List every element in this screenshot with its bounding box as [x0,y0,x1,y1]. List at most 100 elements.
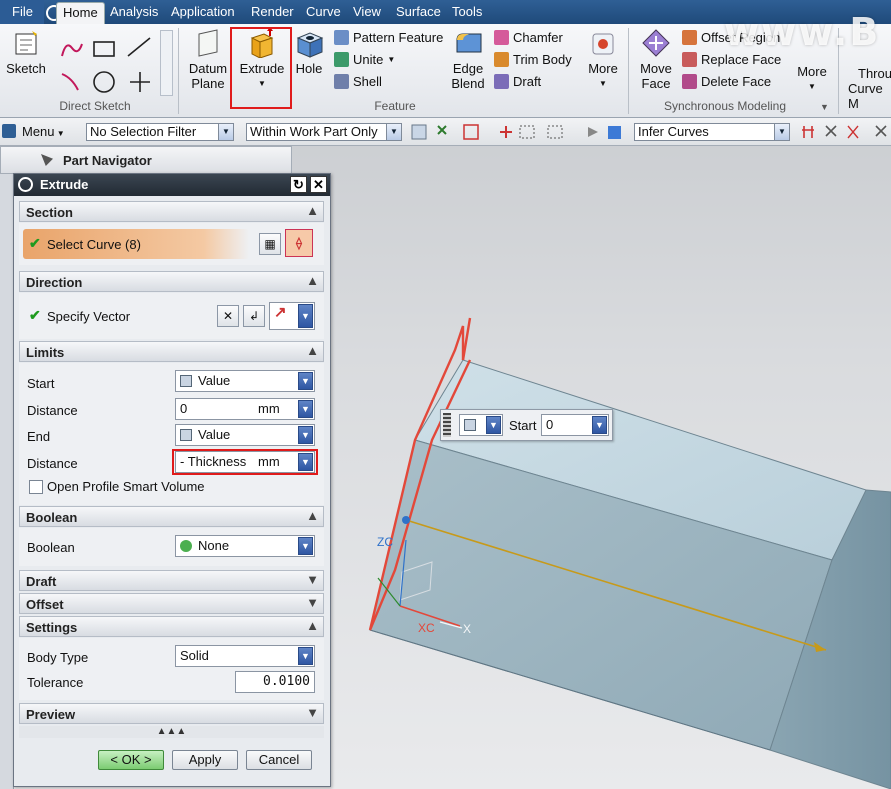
reverse-direction-icon[interactable]: ✕ [217,305,239,327]
selection-filter-select[interactable]: No Selection Filter ▼ [86,123,234,141]
scope-select[interactable]: Within Work Part Only ▼ [246,123,402,141]
datum-plane-button[interactable]: Datum Plane [186,28,230,91]
unite-icon [334,52,349,67]
sync-group-label: Synchronous Modeling [663,99,787,113]
vector-type-select[interactable]: ↗ ▼ [269,302,315,330]
offset-title: Offset [26,597,64,612]
tab-view[interactable]: View [353,4,381,19]
sketch-button[interactable]: Sketch [4,28,48,76]
chamfer-button[interactable]: Chamfer [494,30,563,45]
direction-title: Direction [26,275,83,290]
draft-header[interactable]: Draft ▼ [19,570,324,591]
chevron-down-icon: ▼ [486,416,501,434]
unite-button[interactable]: Unite ▼ [334,52,395,67]
boolean-header[interactable]: Boolean ▲ [19,506,324,527]
tab-render[interactable]: Render [251,4,294,19]
drag-grip-icon[interactable] [443,413,451,437]
reset-icon[interactable]: ↻ [290,176,307,193]
tab-surface[interactable]: Surface [396,4,441,19]
settings-header[interactable]: Settings ▲ [19,616,324,637]
chevron-down-icon: ▼ [298,400,313,418]
direction-header[interactable]: Direction ▲ [19,271,324,292]
pattern-feature-icon [334,30,349,45]
edge-blend-label-2: Blend [451,76,485,91]
edge-blend-button[interactable]: Edge Blend [448,28,488,91]
selection-filter-value: No Selection Filter [90,124,197,139]
feature-group-label: Feature [374,99,416,113]
ok-button[interactable]: < OK > [98,750,164,770]
xc-axis-label: XC [418,621,435,635]
start-distance-input[interactable]: 0 mm ▼ [175,398,315,420]
menu-button[interactable]: Menu ▼ [22,124,65,139]
trim-body-icon [494,52,509,67]
datum-plane-label-1: Datum [188,61,228,76]
body-type-select[interactable]: Solid ▼ [175,645,315,667]
start-select-value: Value [198,373,231,388]
curve-rule-icon[interactable]: ▦ [259,233,281,255]
chevron-down-icon: ▼ [298,304,313,328]
menu-file[interactable]: File [0,0,44,24]
start-select[interactable]: Value ▼ [175,370,315,392]
edge-blend-icon [456,33,482,53]
part-navigator-title: Part Navigator [63,153,152,168]
shell-icon [334,74,349,89]
snap-tools-icon[interactable] [408,122,630,142]
boolean-title: Boolean [26,510,78,525]
replace-face-button[interactable]: Replace Face [682,52,781,67]
sketch-section-icon[interactable]: ⟠ [285,229,313,257]
x-axis-label: X [463,622,471,636]
tab-curve[interactable]: Curve [306,4,341,19]
start-handle-input[interactable]: 0 ▼ [541,414,609,436]
hole-button[interactable]: Hole [293,28,325,76]
replace-face-icon [682,52,697,67]
cancel-button[interactable]: Cancel [246,750,312,770]
gear-icon[interactable] [18,177,33,192]
through-curve-label-2: Curve M [848,81,883,111]
start-option-select[interactable]: ▼ [459,414,503,436]
dialog-title: Extrude [40,177,89,192]
sketch-gallery-scroll[interactable] [160,30,173,96]
limits-body: Start Value ▼ Distance 0 mm ▼ End Value ▼ Di… [19,363,324,505]
more-sync-button[interactable]: More ▼ [794,64,830,94]
open-profile-label: Open Profile Smart Volume [47,479,205,494]
more-feature-button[interactable]: More ▼ [586,28,620,91]
close-icon[interactable]: ✕ [310,176,327,193]
boolean-select[interactable]: None ▼ [175,535,315,557]
tolerance-input[interactable]: 0.0100 [235,671,315,693]
start-distance-label: Distance [27,403,78,418]
tab-home[interactable]: Home [56,2,105,24]
graphics-viewport[interactable]: ZC XC X [292,146,891,789]
chevron-up-icon: ▲ [306,273,319,288]
curve-rule-select[interactable]: Infer Curves ▼ [634,123,790,141]
start-label: Start [27,376,55,391]
cube-icon [180,429,192,441]
tab-tools[interactable]: Tools [452,4,482,19]
draft-button[interactable]: Draft [494,74,541,89]
expand-more-icon[interactable]: ▲▲▲ [19,726,324,738]
tab-analysis[interactable]: Analysis [110,4,158,19]
limits-header[interactable]: Limits ▲ [19,341,324,362]
section-header[interactable]: Section ▲ [19,201,324,222]
curve-tools-icon[interactable] [800,122,891,142]
sketch-tools-icon[interactable] [58,34,158,96]
pin-icon[interactable] [41,154,53,166]
curve-rule-value: Infer Curves [638,124,709,139]
move-face-button[interactable]: Move Face [634,28,678,91]
select-curve-row[interactable]: ✔ Select Curve (8) [23,229,249,259]
preview-header[interactable]: Preview ▼ [19,703,324,724]
vector-dialog-icon[interactable]: ↲ [243,305,265,327]
shell-button[interactable]: Shell [334,74,382,89]
apply-button[interactable]: Apply [172,750,238,770]
tab-application[interactable]: Application [171,4,235,19]
chamfer-label: Chamfer [513,30,563,45]
offset-header[interactable]: Offset ▼ [19,593,324,614]
trim-body-button[interactable]: Trim Body [494,52,572,67]
pattern-feature-button[interactable]: Pattern Feature [334,30,443,45]
delete-face-button[interactable]: Delete Face [682,74,771,89]
open-profile-checkbox[interactable] [29,480,43,494]
end-label: End [27,429,51,444]
chevron-up-icon: ▲ [306,203,319,218]
specify-vector-label: Specify Vector [47,309,131,324]
end-select[interactable]: Value ▼ [175,424,315,446]
through-curve-button[interactable]: Throu Curve M [844,66,891,111]
